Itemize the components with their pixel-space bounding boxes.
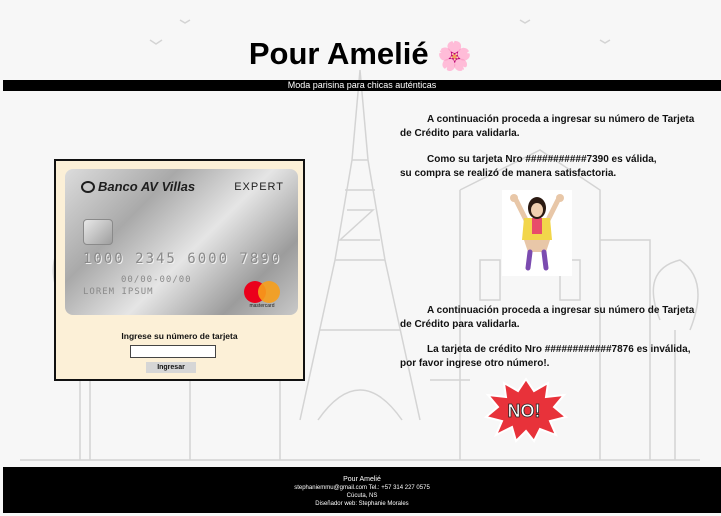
tagline-bar: Moda parisina para chicas auténticas bbox=[3, 80, 721, 91]
invalid-result-paragraph: La tarjeta de crédito Nro ############78… bbox=[400, 344, 691, 369]
valid-result-paragraph: Como su tarjeta Nro ###########7390 es v… bbox=[400, 154, 657, 179]
invalid-result-text: La tarjeta de crédito Nro ############78… bbox=[400, 343, 700, 371]
card-bank-label: Banco AV Villas bbox=[98, 179, 196, 194]
valid-intro-text: A continuación proceda a ingresar su núm… bbox=[400, 113, 700, 141]
valid-result-text: Como su tarjeta Nro ###########7390 es v… bbox=[400, 153, 662, 181]
card-dates: 00/00-00/00 bbox=[121, 275, 192, 285]
card-entry-panel: Banco AV Villas EXPERT 1000 2345 6000 78… bbox=[54, 159, 305, 381]
no-sticker-text: NO! bbox=[508, 401, 541, 421]
page-title: Pour Amelié 🌸 bbox=[0, 36, 721, 72]
footer-contact: stephaniemmu@gmail.com Tel.: +57 314 227… bbox=[294, 485, 430, 491]
footer-designer: Diseñador web: Stephanie Morales bbox=[315, 501, 409, 507]
card-holder: LOREM IPSUM bbox=[83, 287, 154, 297]
card-tier: EXPERT bbox=[234, 181, 284, 193]
footer-location: Cúcuta, NS bbox=[346, 493, 378, 499]
bank-logo-icon bbox=[81, 181, 95, 193]
credit-card-image: Banco AV Villas EXPERT 1000 2345 6000 78… bbox=[65, 169, 298, 315]
invalid-intro-paragraph: A continuación proceda a ingresar su núm… bbox=[400, 305, 695, 330]
no-sticker-icon: NO! bbox=[484, 377, 568, 443]
invalid-intro-text: A continuación proceda a ingresar su núm… bbox=[400, 304, 700, 332]
card-number: 1000 2345 6000 7890 bbox=[83, 251, 282, 267]
submit-button[interactable]: Ingresar bbox=[146, 362, 196, 373]
mastercard-logo-icon: mastercard bbox=[242, 281, 282, 309]
chip-icon bbox=[83, 219, 113, 245]
mastercard-wordmark: mastercard bbox=[249, 303, 275, 309]
card-number-label: Ingrese su número de tarjeta bbox=[121, 331, 238, 341]
flower-icon: 🌸 bbox=[437, 40, 473, 72]
card-bank-name: Banco AV Villas bbox=[81, 179, 195, 194]
happy-girl-illustration bbox=[502, 190, 572, 276]
mastercard-orange-circle bbox=[258, 281, 280, 303]
tagline-text: Moda parisina para chicas auténticas bbox=[287, 80, 437, 90]
footer: Pour Amelié stephaniemmu@gmail.com Tel.:… bbox=[3, 467, 721, 513]
card-number-input[interactable] bbox=[130, 345, 216, 358]
valid-intro-paragraph: A continuación proceda a ingresar su núm… bbox=[400, 114, 695, 139]
footer-title: Pour Amelié bbox=[343, 476, 381, 483]
page-title-text: Pour Amelié bbox=[248, 36, 429, 71]
